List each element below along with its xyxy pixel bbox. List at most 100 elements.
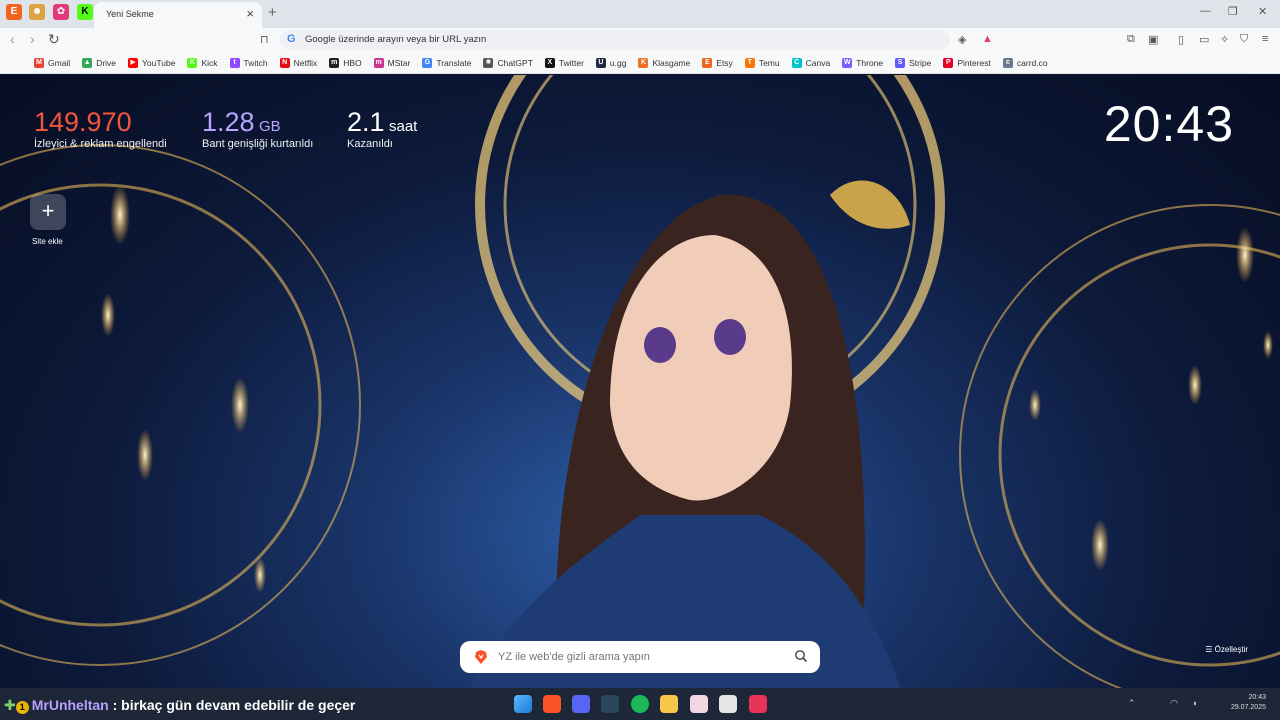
bookmark-label: Stripe xyxy=(909,57,932,68)
add-site-button[interactable]: + xyxy=(30,194,66,230)
bookmark-label: Throne xyxy=(856,57,884,68)
kick-icon: K xyxy=(187,57,198,68)
wallpaper xyxy=(0,75,1280,688)
bookmark-stripe[interactable]: S Stripe xyxy=(895,57,932,68)
close-tab-icon[interactable]: × xyxy=(246,6,254,21)
pinned-tab-flower[interactable]: ✿ xyxy=(53,4,69,20)
chat-username: MrUnheltan xyxy=(31,697,109,713)
temu-icon: T xyxy=(744,57,755,68)
start-icon[interactable] xyxy=(514,695,532,713)
vpn-icon[interactable]: ⛉ xyxy=(1240,33,1248,46)
bookmark-label: Drive xyxy=(96,57,117,68)
bookmark-label: carrd.co xyxy=(1016,57,1048,68)
app-record-icon[interactable] xyxy=(719,695,737,713)
back-icon[interactable]: ‹ xyxy=(10,31,15,47)
file-explorer-icon[interactable] xyxy=(660,695,678,713)
bookmark-canva[interactable]: C Canva xyxy=(791,57,830,68)
brave-shields-icon[interactable]: ◈ xyxy=(958,33,966,46)
stat-trackers: 149.970 İzleyici & reklam engellendi xyxy=(34,107,167,150)
address-placeholder: Google üzerinde arayın veya bir URL yazı… xyxy=(305,34,487,45)
bookmark-hbo[interactable]: m HBO xyxy=(329,57,362,68)
brave-lion-icon xyxy=(475,650,487,664)
bookmark-label: Twitch xyxy=(243,57,268,68)
reload-icon[interactable]: ↻ xyxy=(48,31,60,48)
bookmark-label: Gmail xyxy=(48,57,71,68)
bookmark-etsy[interactable]: E Etsy xyxy=(702,57,733,68)
minimize-button[interactable]: — xyxy=(1200,5,1211,17)
customize-button[interactable]: ☰ Özelleştir xyxy=(1205,645,1248,654)
leo-ai-icon[interactable]: ✧ xyxy=(1220,33,1229,46)
bookmark-youtube[interactable]: ▶ YouTube xyxy=(128,57,176,68)
brave-taskbar-icon[interactable] xyxy=(543,695,561,713)
u-gg-icon: U xyxy=(595,57,606,68)
clock: 20:43 xyxy=(1103,96,1234,152)
bookmark-gmail[interactable]: M Gmail xyxy=(34,57,71,68)
pinned-tab-avatar[interactable]: ☻ xyxy=(29,4,45,20)
discord-icon[interactable] xyxy=(572,695,590,713)
restore-button[interactable]: ❐ xyxy=(1228,5,1238,18)
bookmark-label: Etsy xyxy=(716,57,733,68)
system-time: 20:43 xyxy=(1248,694,1266,701)
app-heart-icon[interactable] xyxy=(690,695,708,713)
bookmarks-bar: M Gmail ▲ Drive ▶ YouTube K Kick t Twitch N Netflix… xyxy=(0,52,1280,74)
stat-time-label: Kazanıldı xyxy=(347,138,393,150)
stripe-icon: S xyxy=(895,57,906,68)
bookmark-icon[interactable]: ⊓ xyxy=(260,33,269,46)
bookmark-translate[interactable]: G Translate xyxy=(422,57,471,68)
drive-icon: ▲ xyxy=(82,57,93,68)
google-icon: G xyxy=(287,33,296,45)
bookmark-label: YouTube xyxy=(142,57,176,68)
bookmark-label: Temu xyxy=(758,57,780,68)
bookmark-pinterest[interactable]: P Pinterest xyxy=(943,57,991,68)
carrd-co-icon: c xyxy=(1002,57,1013,68)
new-tab-button[interactable]: + xyxy=(268,4,277,21)
taskbar: ✚ 1 MrUnheltan : birkaç gün devam edebilir… xyxy=(0,688,1280,720)
pinned-tab-etsy[interactable]: E xyxy=(6,4,22,20)
stat-time-value: 2.1 xyxy=(347,107,385,137)
menu-icon[interactable]: ≡ xyxy=(1262,33,1268,45)
bookmark-carrd-co[interactable]: c carrd.co xyxy=(1002,57,1048,68)
system-clock[interactable]: 20:43 29.07.2025 xyxy=(1231,693,1266,713)
bookmark-kick[interactable]: K Kick xyxy=(187,57,218,68)
pinned-tab-kick[interactable]: K xyxy=(77,4,93,20)
toolbar: ‹ › ↻ ⊓ G Google üzerinde arayın veya bi… xyxy=(0,28,1280,52)
extensions-icon[interactable]: ⧉ xyxy=(1127,33,1135,46)
tab-title: Yeni Sekme xyxy=(106,9,154,19)
translate-icon: G xyxy=(422,57,433,68)
app-vivaldi-icon[interactable] xyxy=(749,695,767,713)
bookmark-temu[interactable]: T Temu xyxy=(744,57,780,68)
sidebar-icon[interactable]: ▯ xyxy=(1178,33,1184,46)
private-search-input[interactable] xyxy=(498,648,788,666)
brave-rewards-icon[interactable]: ▲ xyxy=(982,33,993,45)
tab-new-tab[interactable]: Yeni Sekme × xyxy=(94,2,262,28)
close-window-button[interactable]: ✕ xyxy=(1258,5,1267,18)
tray-chevron-icon[interactable]: ⌃ xyxy=(1128,698,1136,709)
wifi-icon[interactable]: ◠ xyxy=(1170,698,1178,709)
stat-bandwidth-value: 1.28 xyxy=(202,107,255,137)
bookmark-label: ChatGPT xyxy=(497,57,533,68)
stat-trackers-label: İzleyici & reklam engellendi xyxy=(34,138,167,150)
spotify-icon[interactable] xyxy=(631,695,649,713)
bookmark-mstar[interactable]: m MStar xyxy=(373,57,410,68)
bookmark-klasgame[interactable]: K Klasgame xyxy=(638,57,690,68)
steam-icon[interactable] xyxy=(601,695,619,713)
private-search-box[interactable] xyxy=(460,641,820,673)
bookmark-netflix[interactable]: N Netflix xyxy=(279,57,317,68)
etsy-icon: E xyxy=(702,57,713,68)
volume-icon[interactable]: ◖ xyxy=(1192,698,1197,708)
address-bar[interactable]: G Google üzerinde arayın veya bir URL ya… xyxy=(280,30,950,50)
hbo-icon: m xyxy=(329,57,340,68)
bookmark-label: Pinterest xyxy=(957,57,991,68)
bookmark-throne[interactable]: W Throne xyxy=(842,57,884,68)
wallet-icon[interactable]: ▣ xyxy=(1148,33,1158,46)
bookmark-chatgpt[interactable]: ✺ ChatGPT xyxy=(483,57,533,68)
bookmark-drive[interactable]: ▲ Drive xyxy=(82,57,117,68)
chat-badge: 1 xyxy=(15,701,29,714)
bookmark-u-gg[interactable]: Uu.gg xyxy=(595,57,626,68)
wallet-card-icon[interactable]: ▭ xyxy=(1199,33,1209,46)
search-icon[interactable] xyxy=(794,649,808,663)
bookmark-twitter[interactable]: X Twitter xyxy=(544,57,584,68)
bookmark-twitch[interactable]: t Twitch xyxy=(229,57,268,68)
throne-icon: W xyxy=(842,57,853,68)
forward-icon[interactable]: › xyxy=(30,31,35,47)
